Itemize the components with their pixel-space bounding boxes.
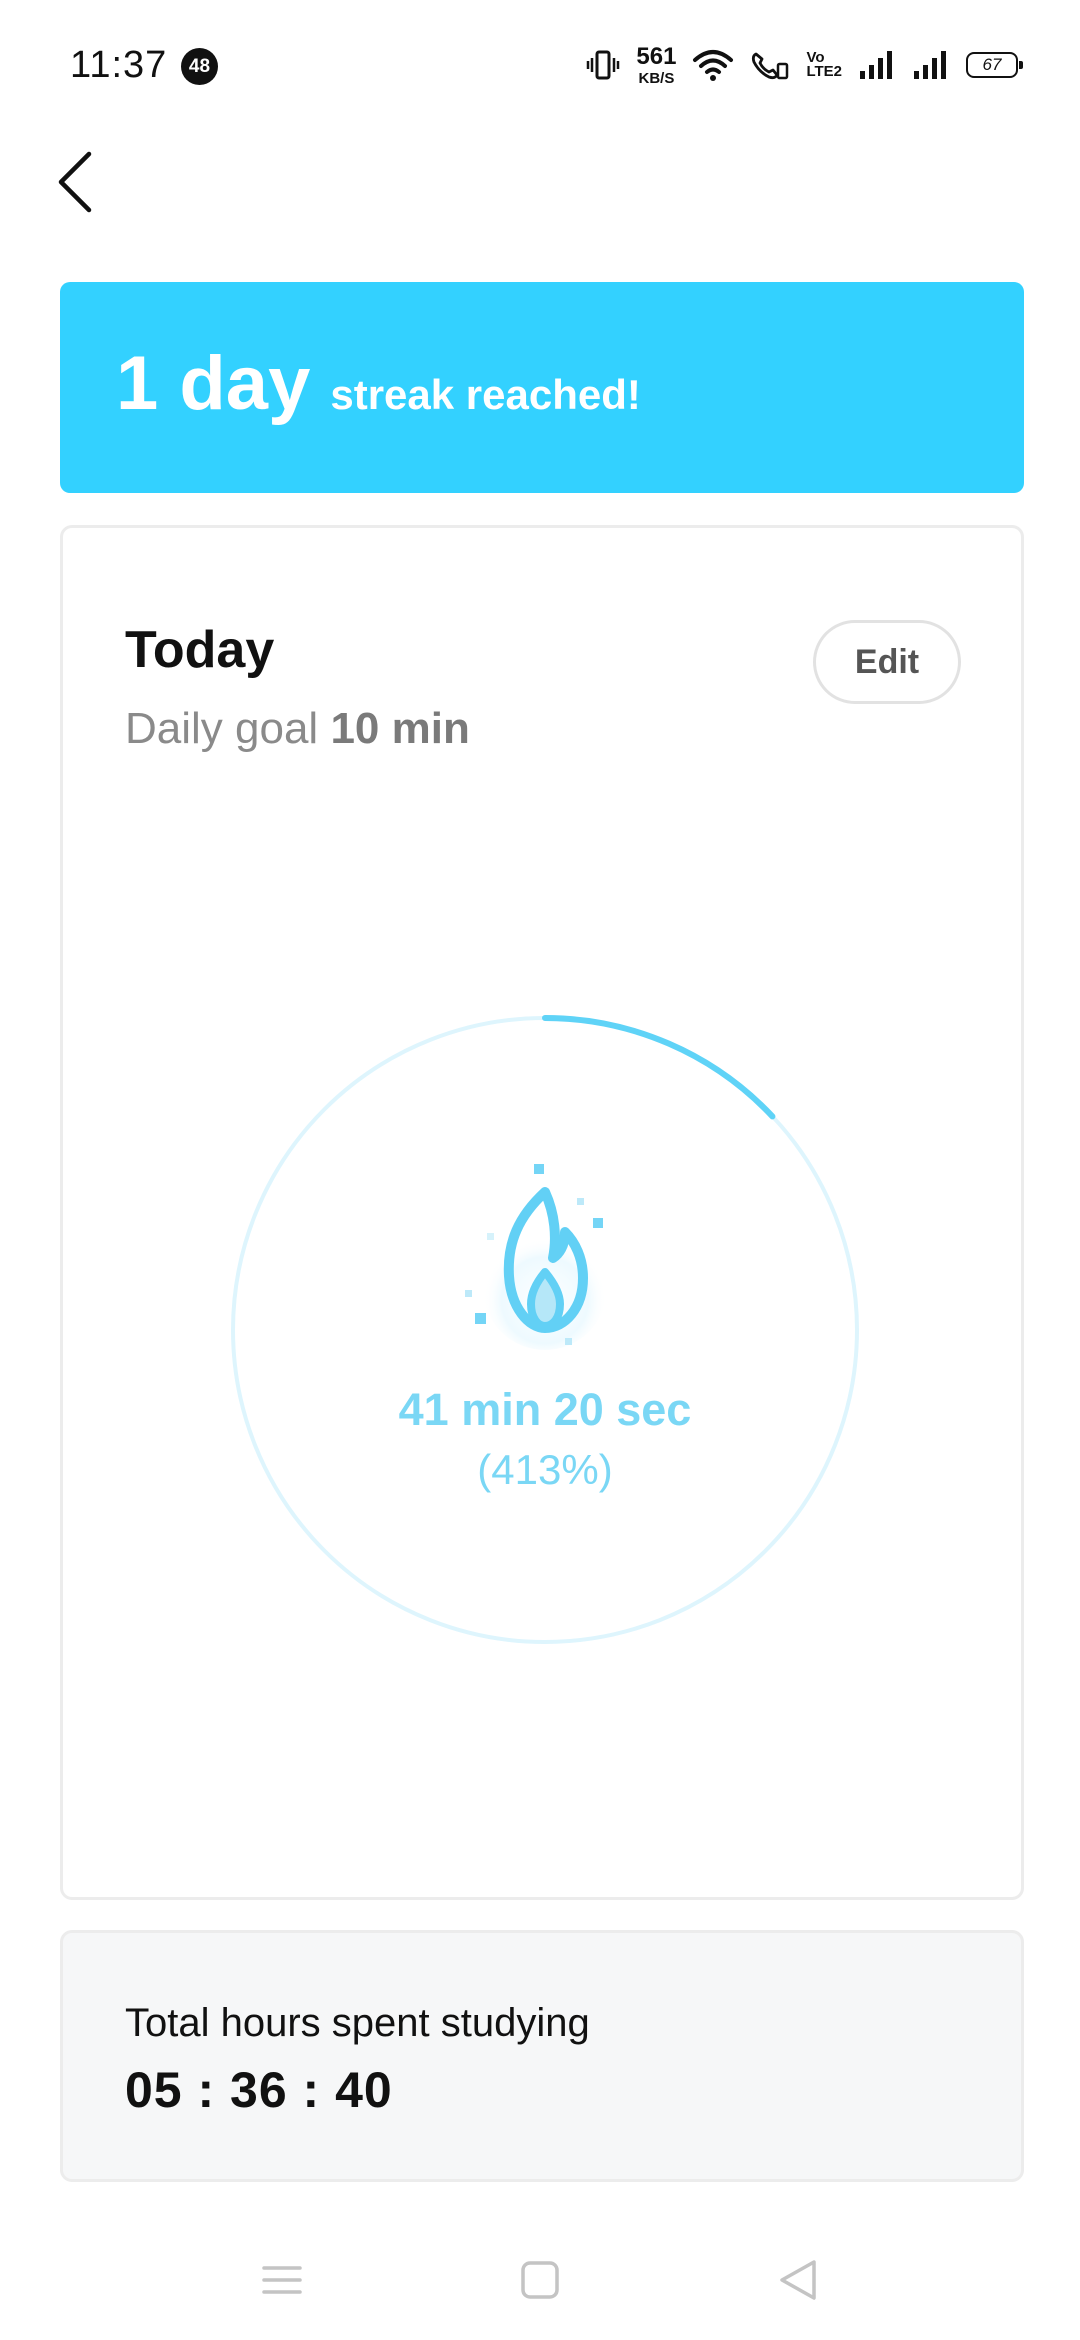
signal-1-icon — [860, 51, 892, 79]
battery-icon: 67 — [966, 52, 1023, 78]
streak-text: streak reached! — [330, 371, 641, 418]
fire-icon — [465, 1164, 607, 1350]
daily-goal: Daily goal 10 min — [125, 704, 470, 754]
nav-back-button[interactable] — [768, 2250, 828, 2310]
net-speed-value: 561 — [636, 42, 677, 70]
volte-bottom: LTE2 — [806, 63, 842, 80]
net-speed: 561 KB/S — [636, 42, 677, 87]
net-speed-unit: KB/S — [638, 69, 675, 87]
volte-indicator: Vo LTE2 — [806, 50, 842, 80]
status-bar: 11:37 48 561 KB/S Vo LTE2 67 — [0, 0, 1080, 130]
progress-time: 41 min 20 sec — [398, 1384, 692, 1435]
daily-goal-value: 10 min — [330, 704, 470, 753]
progress-percent: (413%) — [477, 1446, 613, 1493]
chevron-left-icon — [58, 151, 92, 213]
progress-ring: 41 min 20 sec (413%) — [228, 1013, 862, 1647]
wifi-call-icon — [752, 52, 789, 80]
home-button[interactable] — [510, 2250, 570, 2310]
signal-2-icon — [914, 51, 946, 79]
status-icons: 561 KB/S Vo LTE2 67 — [586, 40, 1023, 90]
notification-count-badge: 48 — [181, 48, 218, 85]
total-hours-card: Total hours spent studying 05 : 36 : 40 — [60, 1930, 1024, 2182]
triangle-back-icon — [780, 2260, 816, 2300]
total-hours-value: 05 : 36 : 40 — [125, 2062, 393, 2118]
menu-icon — [262, 2266, 302, 2294]
streak-count: 1 day — [116, 341, 311, 426]
recent-apps-button[interactable] — [252, 2250, 312, 2310]
home-square-icon — [521, 2261, 559, 2299]
today-title: Today — [125, 621, 275, 679]
daily-goal-label: Daily goal — [125, 704, 319, 753]
back-button[interactable] — [45, 142, 105, 222]
streak-banner: 1 day streak reached! — [60, 282, 1024, 493]
total-hours-label: Total hours spent studying — [125, 2001, 590, 2045]
edit-goal-button[interactable]: Edit — [813, 620, 961, 704]
wifi-icon — [693, 50, 734, 81]
system-nav-bar — [0, 2220, 1080, 2340]
status-time: 11:37 — [70, 44, 168, 86]
today-card: Today Daily goal 10 min Edit 41 min 20 s… — [60, 525, 1024, 1900]
progress-ring-arc — [542, 1015, 776, 1120]
vibrate-icon — [587, 50, 620, 80]
